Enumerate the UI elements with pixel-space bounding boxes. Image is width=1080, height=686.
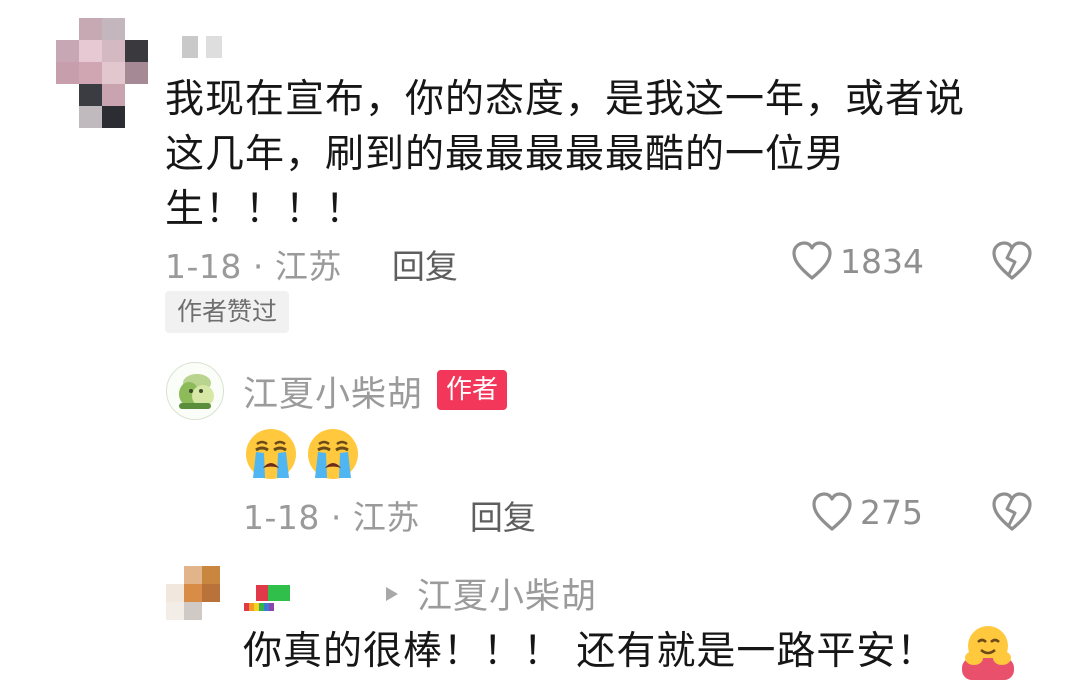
hugging-face-emoji — [962, 626, 1014, 680]
avatar[interactable] — [166, 566, 220, 620]
reply-button[interactable]: 回复 — [392, 240, 458, 288]
comment-meta: 1-18 · 江苏 回复 — [165, 240, 458, 288]
author-reply-meta: 1-18 · 江苏 回复 — [243, 491, 536, 539]
username-blurred[interactable] — [244, 583, 294, 613]
reply-button[interactable]: 回复 — [470, 491, 536, 539]
date-location: 1-18 · 江苏 — [165, 247, 342, 286]
emoji-row — [243, 426, 361, 482]
like-count: 275 — [860, 492, 923, 532]
author-liked-badge: 作者赞过 — [165, 291, 290, 333]
loudly-crying-face-emoji — [308, 429, 358, 479]
broken-heart-icon[interactable] — [990, 240, 1034, 282]
reply-to-name[interactable]: 江夏小柴胡 — [417, 568, 597, 619]
broken-heart-icon[interactable] — [990, 491, 1034, 533]
comment-text: 我现在宣布，你的态度，是我这一年，或者说 这几年，刷到的最最最最最酷的一位男 生… — [165, 72, 1015, 237]
author-avatar[interactable] — [166, 362, 224, 420]
author-tag: 作者 — [437, 370, 508, 410]
date-location: 1-18 · 江苏 — [243, 498, 420, 537]
comment-line: 生！！！！ — [165, 187, 366, 232]
username-blurred[interactable] — [182, 36, 222, 58]
comment-line: 这几年，刷到的最最最最最酷的一位男 — [165, 132, 846, 177]
heart-outline-icon — [792, 241, 832, 280]
author-avatar-art — [179, 374, 214, 409]
reply-to: 江夏小柴胡 — [385, 568, 597, 619]
loudly-crying-face-emoji — [246, 429, 296, 479]
play-arrow-icon — [386, 586, 398, 601]
like-count: 1834 — [840, 241, 924, 281]
avatar[interactable] — [56, 18, 148, 128]
heart-outline-icon — [812, 492, 852, 531]
like-button[interactable]: 275 — [810, 491, 923, 533]
author-name[interactable]: 江夏小柴胡 — [243, 366, 423, 417]
comment-line: 我现在宣布，你的态度，是我这一年，或者说 — [165, 77, 966, 122]
reply-text: 你真的很棒！！！ 还有就是一路平安！ — [243, 629, 937, 674]
like-button[interactable]: 1834 — [790, 240, 924, 282]
rainbow-name-badge — [244, 585, 290, 611]
